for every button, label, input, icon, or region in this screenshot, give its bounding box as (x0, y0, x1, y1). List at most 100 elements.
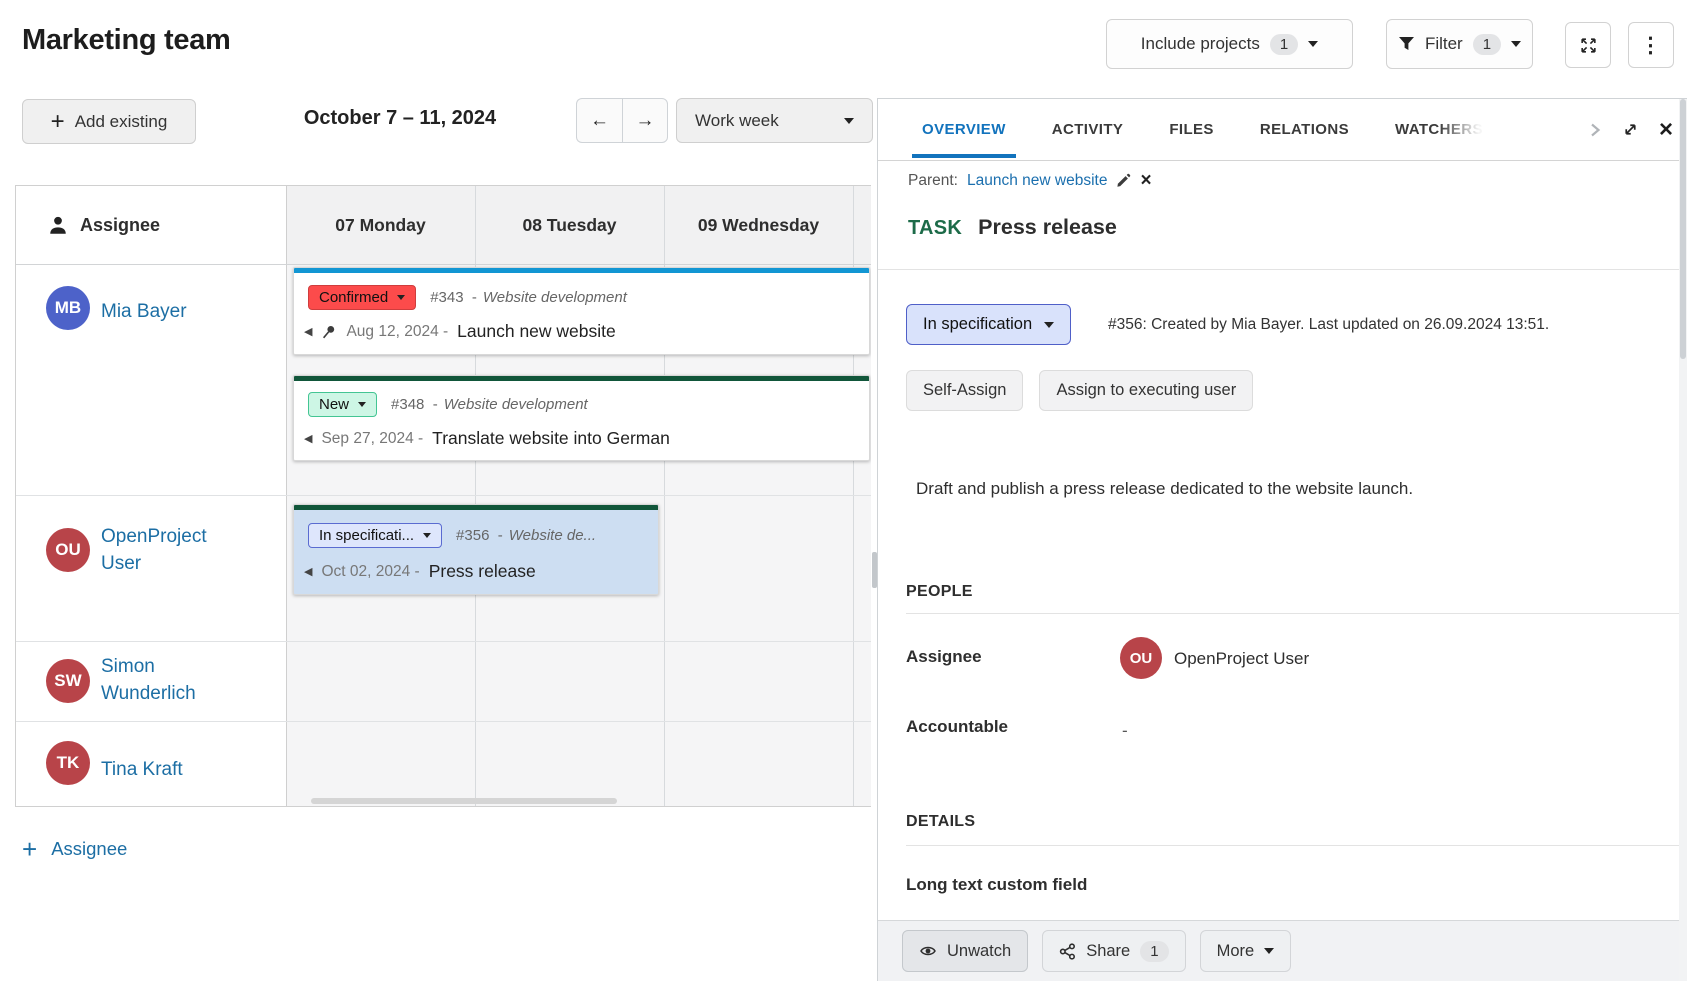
fullscreen-button[interactable] (1565, 22, 1611, 68)
accountable-field-value[interactable]: - (1122, 721, 1128, 741)
avatar[interactable]: TK (46, 741, 90, 785)
include-projects-button[interactable]: Include projects 1 (1106, 19, 1353, 69)
tab-activity[interactable]: ACTIVITY (1052, 99, 1124, 160)
work-package-description[interactable]: Draft and publish a press release dedica… (916, 479, 1413, 499)
add-assignee-label: Assignee (51, 838, 127, 860)
chevron-down-icon (397, 295, 405, 300)
work-package-subject[interactable]: Press release (978, 215, 1117, 240)
tab-watchers[interactable]: WATCHERS (1395, 99, 1483, 160)
more-button[interactable]: More (1200, 930, 1292, 972)
person-icon (48, 215, 68, 235)
start-date: Sep 27, 2024 - (321, 430, 423, 448)
tabs-scroll-right-chevron[interactable] (1588, 121, 1602, 139)
unwatch-label: Unwatch (947, 942, 1011, 961)
share-button[interactable]: Share 1 (1042, 930, 1185, 972)
people-section-heading: PEOPLE (906, 583, 973, 601)
next-week-button[interactable]: → (622, 98, 668, 143)
avatar[interactable]: OU (46, 528, 90, 572)
divider (906, 845, 1687, 846)
self-assign-button[interactable]: Self-Assign (906, 370, 1023, 411)
filter-button[interactable]: Filter 1 (1386, 19, 1533, 69)
tab-files[interactable]: FILES (1169, 99, 1214, 160)
separator: - (433, 396, 438, 413)
id-text: #356 (456, 527, 489, 544)
assign-to-executing-user-button[interactable]: Assign to executing user (1039, 370, 1253, 411)
status-label: Confirmed (319, 289, 388, 306)
assignee-field-label[interactable]: Assignee (906, 647, 982, 667)
eye-icon (919, 943, 937, 959)
arrow-left-icon: ← (590, 110, 609, 132)
work-package-type[interactable]: TASK (908, 217, 962, 240)
plus-icon: + (22, 836, 37, 862)
work-package-title: Press release (429, 561, 536, 582)
status-dropdown-in-specification[interactable]: In specificati... (308, 523, 442, 548)
day-header-wednesday: 09 Wednesday (664, 186, 853, 264)
status-dropdown-button[interactable]: In specification (906, 304, 1071, 345)
assignee-name-simon-wunderlich[interactable]: Simon Wunderlich (101, 653, 196, 707)
assignee-name-mia-bayer[interactable]: Mia Bayer (101, 298, 187, 325)
work-package-title: Launch new website (457, 321, 616, 342)
status-label: New (319, 396, 349, 413)
previous-week-button[interactable]: ← (576, 98, 622, 143)
assignee-field-value[interactable]: OpenProject User (1174, 649, 1309, 669)
status-value: In specification (923, 315, 1032, 334)
work-package-card-343[interactable]: Confirmed #343 - Website development ◀ A… (293, 267, 870, 355)
chevron-down-icon (844, 118, 854, 124)
avatar[interactable]: MB (46, 286, 90, 330)
status-dropdown-confirmed[interactable]: Confirmed (308, 285, 416, 310)
tab-overview[interactable]: OVERVIEW (922, 99, 1006, 160)
share-count: 1 (1140, 941, 1168, 962)
details-footer-toolbar: Unwatch Share 1 More (878, 920, 1687, 981)
edit-parent-icon[interactable] (1116, 173, 1131, 188)
kebab-icon: ⋮ (1640, 33, 1662, 58)
more-label: More (1217, 942, 1255, 961)
assignee-name-openproject-user[interactable]: OpenProject User (101, 523, 207, 577)
share-label: Share (1086, 942, 1130, 961)
status-dropdown-new[interactable]: New (308, 392, 377, 417)
filter-label: Filter (1425, 34, 1463, 54)
work-package-card-356[interactable]: In specificati... #356 - Website de... ◀… (293, 504, 659, 595)
card-status-bar (294, 376, 869, 381)
unwatch-button[interactable]: Unwatch (902, 930, 1028, 972)
assign-actions: Self-Assign Assign to executing user (906, 370, 1253, 411)
include-projects-count: 1 (1270, 34, 1298, 55)
work-package-title-row: TASK Press release (908, 215, 1117, 240)
date-range-title: October 7 – 11, 2024 (270, 107, 530, 130)
share-icon (1059, 943, 1076, 960)
funnel-icon (1398, 36, 1415, 52)
assignee-name-tina-kraft[interactable]: Tina Kraft (101, 756, 183, 783)
accountable-field-label[interactable]: Accountable (906, 717, 1008, 737)
details-section-heading: DETAILS (906, 813, 975, 831)
close-panel-icon[interactable]: × (1659, 118, 1673, 142)
card-status-bar (294, 505, 658, 510)
view-mode-select[interactable]: Work week (676, 98, 873, 143)
long-text-custom-field-label[interactable]: Long text custom field (906, 875, 1087, 895)
remove-parent-icon[interactable]: × (1140, 171, 1151, 190)
chevron-down-icon (1264, 948, 1274, 954)
name-line: User (101, 550, 207, 577)
work-package-card-348[interactable]: New #348 - Website development ◀ Sep 27,… (293, 375, 870, 461)
week-navigation: ← → (576, 98, 668, 143)
work-package-id: #343 - (430, 289, 477, 306)
add-existing-button[interactable]: + Add existing (22, 99, 196, 144)
include-projects-label: Include projects (1141, 34, 1260, 54)
day-header-monday: 07 Monday (286, 186, 475, 264)
chevron-down-icon (1511, 41, 1521, 47)
tab-relations[interactable]: RELATIONS (1260, 99, 1349, 160)
name-line: Wunderlich (101, 680, 196, 707)
panel-scrollbar-thumb[interactable] (1680, 99, 1686, 359)
filter-count: 1 (1473, 34, 1501, 55)
chevron-down-icon (1044, 322, 1054, 328)
fullscreen-icon (1579, 36, 1598, 55)
add-assignee-button[interactable]: + Assignee (22, 836, 127, 862)
card-status-bar (294, 268, 869, 273)
panel-scrollbar[interactable] (1679, 99, 1687, 981)
work-package-details-panel: OVERVIEW ACTIVITY FILES RELATIONS WATCHE… (877, 98, 1687, 981)
more-menu-button[interactable]: ⋮ (1628, 22, 1674, 68)
horizontal-scrollbar[interactable] (311, 798, 617, 804)
expand-panel-icon[interactable] (1622, 121, 1639, 138)
work-package-id: #348 - (391, 396, 438, 413)
avatar[interactable]: SW (46, 659, 90, 703)
parent-link[interactable]: Launch new website (967, 172, 1107, 190)
parent-label: Parent: (908, 172, 958, 190)
